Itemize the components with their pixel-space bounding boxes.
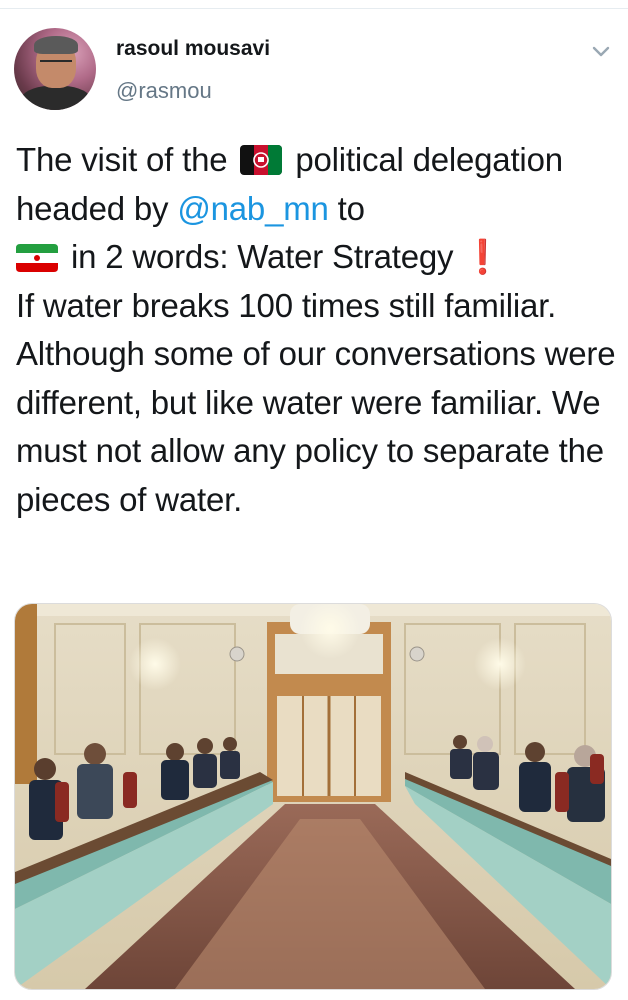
tweet-text-part5: If water breaks 100 times still familiar…: [16, 286, 616, 518]
user-handle[interactable]: @rasmou: [116, 78, 212, 104]
mention-link[interactable]: @nab_mn: [177, 190, 329, 227]
meeting-room-illustration: [15, 604, 611, 989]
chevron-down-icon[interactable]: [590, 40, 612, 62]
afghanistan-flag-icon: [240, 145, 283, 175]
exclamation-icon: ❗: [462, 238, 504, 275]
tweet-text-part4: in 2 words: Water Strategy: [70, 238, 454, 275]
tweet-text: The visit of the political delegation he…: [16, 136, 616, 524]
top-divider: [0, 8, 628, 9]
avatar[interactable]: [14, 28, 96, 110]
iran-flag-icon: [16, 244, 58, 272]
tweet-text-part3: to: [337, 189, 365, 227]
tweet-text-part1: The visit of the: [16, 141, 228, 178]
display-name[interactable]: rasoul mousavi: [116, 37, 270, 61]
meeting-room-photo[interactable]: [14, 603, 612, 990]
